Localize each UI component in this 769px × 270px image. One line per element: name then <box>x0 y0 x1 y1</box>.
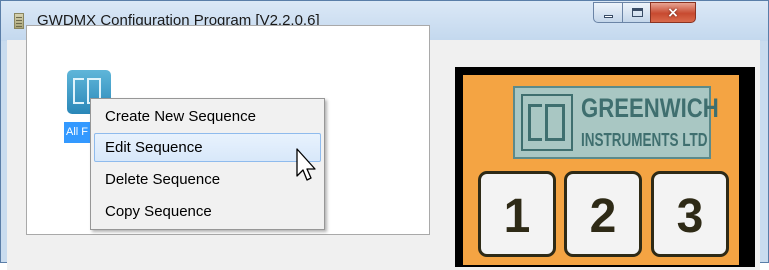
logo-mark-left <box>73 78 84 104</box>
keypad-preview: GREENWICH INSTRUMENTS LTD 1 2 3 <box>455 67 755 267</box>
logo-mark-icon <box>521 94 573 151</box>
app-icon[interactable] <box>14 13 24 29</box>
keypad-button-1[interactable]: 1 <box>478 171 556 257</box>
maximize-icon <box>632 8 643 17</box>
close-button[interactable]: × <box>650 2 696 23</box>
context-menu: Create New Sequence Edit Sequence Delete… <box>90 98 325 230</box>
keypad-faceplate: GREENWICH INSTRUMENTS LTD 1 2 3 <box>463 75 739 265</box>
logo-text-line2: INSTRUMENTS LTD <box>581 130 708 150</box>
minimize-icon <box>604 15 613 18</box>
keypad-button-2[interactable]: 2 <box>564 171 642 257</box>
menu-item-copy-sequence[interactable]: Copy Sequence <box>94 197 321 226</box>
greenwich-logo: GREENWICH INSTRUMENTS LTD <box>513 86 719 159</box>
keypad-button-3[interactable]: 3 <box>651 171 729 257</box>
minimize-button[interactable] <box>593 2 623 23</box>
menu-item-delete-sequence[interactable]: Delete Sequence <box>94 165 321 194</box>
mouse-cursor-icon <box>296 148 316 181</box>
caption-buttons: × <box>593 2 765 23</box>
maximize-button[interactable] <box>622 2 651 23</box>
sequence-item-label[interactable]: All F <box>64 122 90 143</box>
logo-mark-left <box>528 104 542 141</box>
logo-mark-right <box>545 104 565 141</box>
logo-text-line1: GREENWICH <box>581 93 719 123</box>
menu-item-create-new-sequence[interactable]: Create New Sequence <box>94 102 321 131</box>
menu-item-edit-sequence[interactable]: Edit Sequence <box>94 133 321 162</box>
close-icon: × <box>667 5 679 21</box>
